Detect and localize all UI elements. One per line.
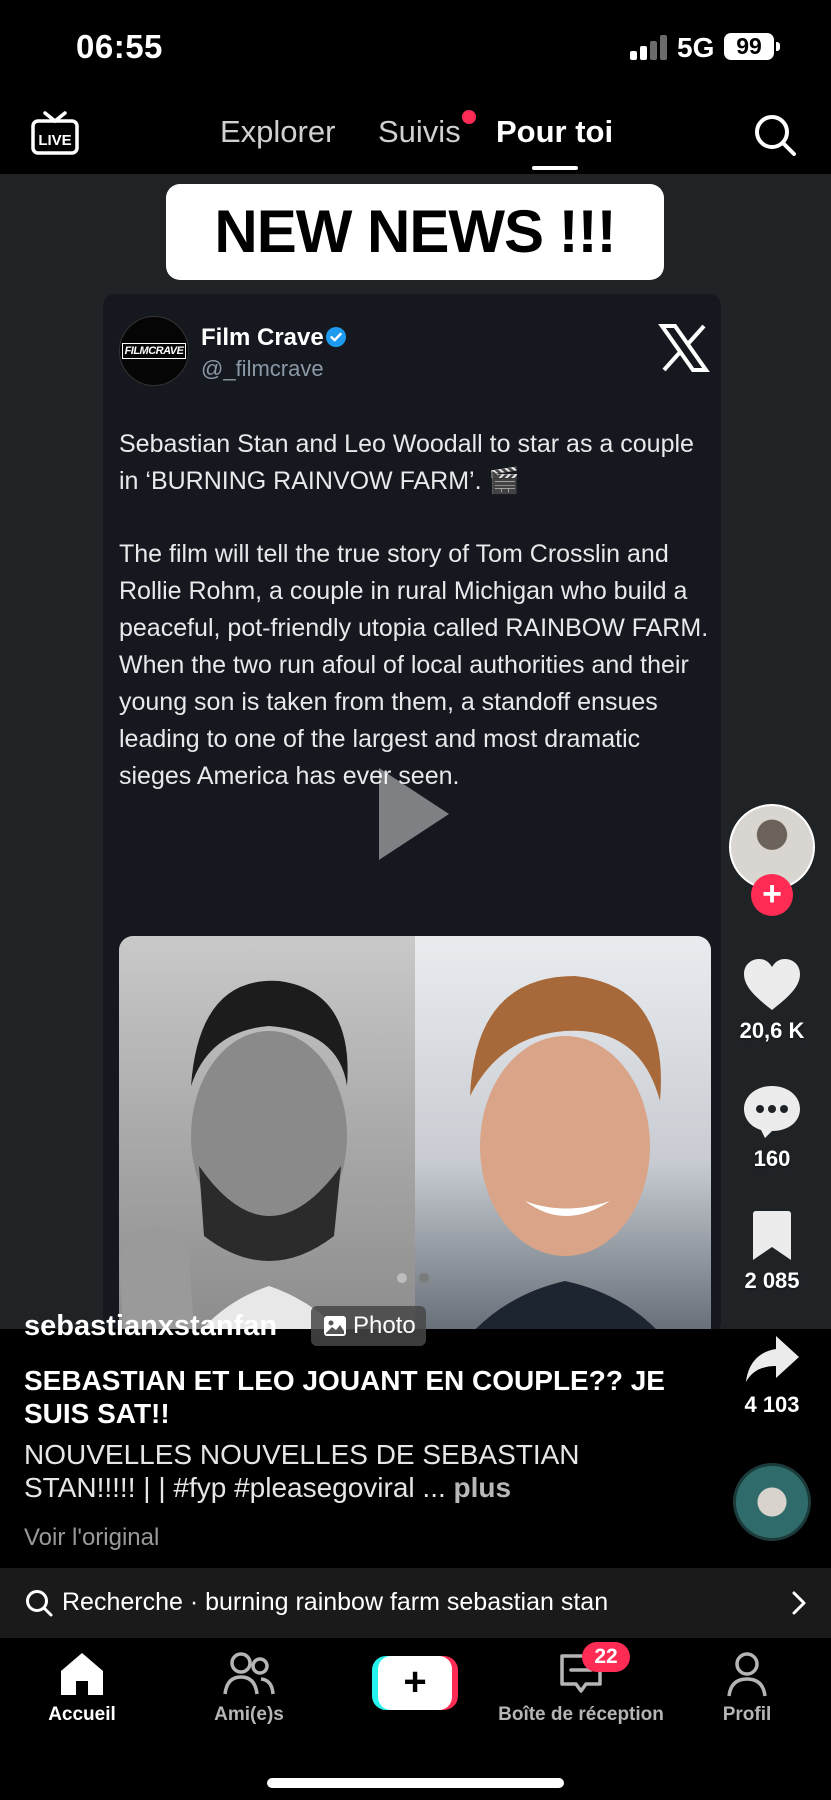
share-button[interactable]: 4 103 <box>722 1334 822 1418</box>
nav-friends[interactable]: Ami(e)s <box>164 1650 334 1726</box>
search-suggestion-bar[interactable]: Recherche · burning rainbow farm sebasti… <box>0 1568 831 1638</box>
active-tab-indicator <box>532 166 578 170</box>
comment-icon <box>744 1086 800 1138</box>
nav-home-label: Accueil <box>48 1704 116 1725</box>
notification-dot <box>462 110 476 124</box>
follow-button[interactable]: + <box>751 874 793 916</box>
search-suggestion-text: Recherche · burning rainbow farm sebasti… <box>62 1588 609 1616</box>
tweet-paragraph: The film will tell the true story of Tom… <box>119 540 709 790</box>
play-icon[interactable] <box>373 764 453 864</box>
share-count: 4 103 <box>744 1392 800 1417</box>
caption-title: SEBASTIAN ET LEO JOUANT EN COUPLE?? JE S… <box>24 1365 665 1429</box>
photo-badge: Photo <box>311 1306 426 1346</box>
friends-icon <box>223 1652 275 1695</box>
creator-username[interactable]: sebastianxstanfan <box>24 1310 277 1343</box>
live-icon[interactable]: LIVE <box>30 110 80 156</box>
plus-icon: + <box>378 1656 452 1710</box>
nav-friends-label: Ami(e)s <box>214 1704 284 1725</box>
nav-profile[interactable]: Profil <box>662 1650 831 1726</box>
tab-following[interactable]: Suivis <box>378 114 461 150</box>
save-count: 2 085 <box>744 1268 800 1293</box>
see-original-link[interactable]: Voir l'original <box>24 1524 159 1552</box>
status-bar: 06:55 5G 99 <box>0 0 831 96</box>
news-banner: NEW NEWS !!! <box>166 184 664 280</box>
carousel-indicator <box>397 1270 441 1288</box>
clock: 06:55 <box>76 28 163 65</box>
like-count: 20,6 K <box>739 1018 805 1043</box>
tweet-avatar: FILMCRAVE <box>119 316 189 386</box>
home-indicator <box>267 1778 564 1788</box>
heart-icon <box>744 959 800 1010</box>
verified-badge-icon <box>325 326 347 348</box>
like-button[interactable]: 20,6 K <box>722 958 822 1044</box>
nav-inbox-label: Boîte de réception <box>498 1704 664 1725</box>
carousel-dot <box>397 1273 407 1283</box>
nav-home[interactable]: Accueil <box>0 1650 167 1726</box>
music-disc[interactable] <box>733 1463 811 1541</box>
video-post[interactable]: NEW NEWS !!! FILMCRAVE Film Crave @_film… <box>0 174 831 1329</box>
signal-icon <box>630 34 670 60</box>
svg-text:LIVE: LIVE <box>38 132 71 149</box>
profile-icon <box>727 1652 767 1697</box>
chevron-right-icon <box>792 1591 806 1615</box>
save-button[interactable]: 2 085 <box>722 1210 822 1294</box>
photo-badge-label: Photo <box>353 1312 416 1339</box>
nav-profile-label: Profil <box>722 1704 772 1725</box>
search-icon[interactable] <box>752 112 798 158</box>
tab-for-you[interactable]: Pour toi <box>496 114 613 150</box>
tab-explorer[interactable]: Explorer <box>220 114 335 150</box>
network-type: 5G <box>677 32 715 63</box>
tweet-handle: @_filmcrave <box>201 356 324 381</box>
tweet-paragraph: Sebastian Stan and Leo Woodall to star a… <box>119 430 694 495</box>
tweet-author-name: Film Crave <box>201 324 324 351</box>
share-icon <box>746 1336 799 1382</box>
photo-sebastian-stan <box>119 936 415 1329</box>
bookmark-icon <box>753 1211 791 1260</box>
search-icon <box>26 1590 53 1617</box>
photo-leo-woodall <box>415 936 711 1329</box>
home-icon <box>61 1653 103 1695</box>
comment-count: 160 <box>753 1146 791 1171</box>
top-nav: LIVE Explorer Suivis Pour toi <box>0 96 831 174</box>
carousel-dot <box>419 1273 429 1283</box>
bottom-nav: Accueil Ami(e)s + Boîte de réception 22 … <box>0 1640 831 1800</box>
x-logo-icon <box>658 324 710 372</box>
create-button[interactable]: + <box>372 1656 458 1710</box>
nav-inbox[interactable]: Boîte de réception <box>496 1650 666 1726</box>
image-icon <box>324 1316 346 1336</box>
battery-icon: 99 <box>724 33 780 60</box>
comment-button[interactable]: 160 <box>722 1084 822 1172</box>
more-link[interactable]: plus <box>454 1472 512 1503</box>
avatar-logo-text: FILMCRAVE <box>121 343 187 359</box>
caption-description[interactable]: NOUVELLES NOUVELLES DE SEBASTIAN STAN!!!… <box>24 1438 644 1504</box>
inbox-badge: 22 <box>582 1642 630 1672</box>
